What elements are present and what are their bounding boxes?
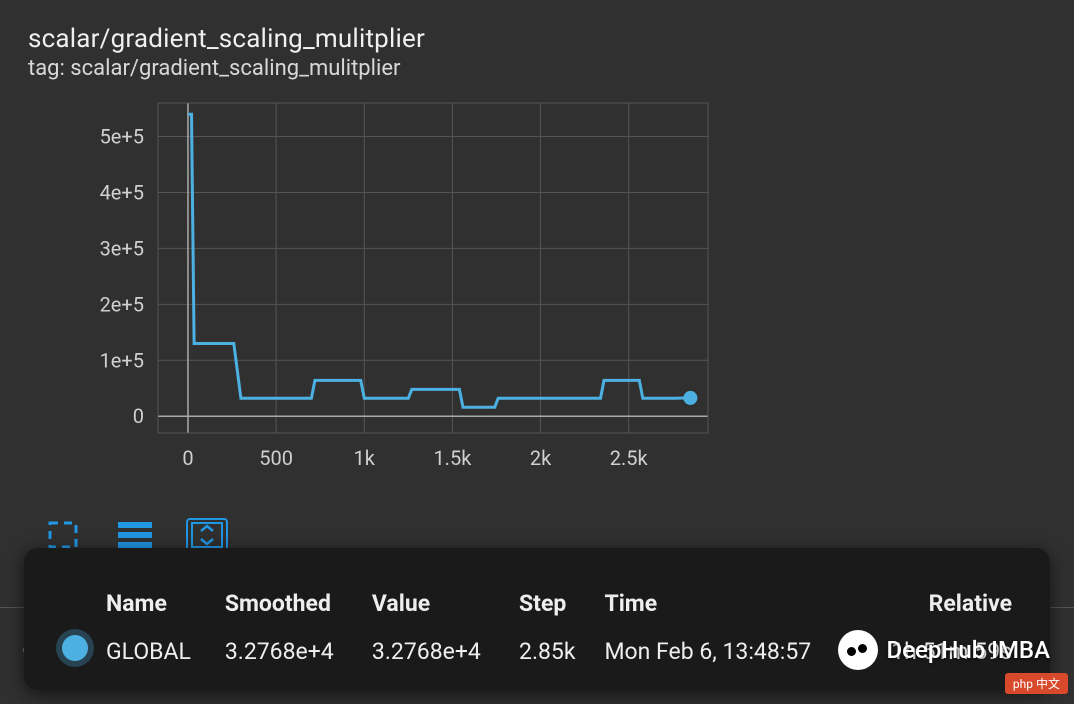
chart-subtitle: tag: scalar/gradient_scaling_mulitplier bbox=[28, 56, 1046, 81]
svg-text:500: 500 bbox=[259, 446, 293, 470]
col-value: Value bbox=[364, 586, 511, 631]
watermark: DeepHub IMBA bbox=[838, 630, 1050, 670]
svg-text:1e+5: 1e+5 bbox=[100, 348, 144, 372]
cell-smoothed: 3.2768e+4 bbox=[217, 631, 364, 671]
svg-text:0: 0 bbox=[133, 404, 144, 428]
cell-step: 2.85k bbox=[511, 631, 596, 671]
svg-text:0: 0 bbox=[182, 446, 193, 470]
col-step: Step bbox=[511, 586, 596, 631]
svg-text:2.5k: 2.5k bbox=[610, 446, 649, 470]
list-icon[interactable] bbox=[116, 520, 154, 550]
svg-text:2e+5: 2e+5 bbox=[100, 292, 144, 316]
svg-text:2k: 2k bbox=[530, 446, 552, 470]
chart-plot[interactable]: 0 1e+5 2e+5 3e+5 4e+5 5e+5 0 500 1k 1.5k 2k 2.5k bbox=[28, 95, 728, 485]
watermark-text: DeepHub IMBA bbox=[886, 636, 1050, 664]
svg-text:3e+5: 3e+5 bbox=[100, 236, 144, 260]
series-swatch-icon bbox=[62, 635, 88, 661]
svg-text:5e+5: 5e+5 bbox=[100, 125, 144, 149]
svg-text:4e+5: 4e+5 bbox=[100, 180, 144, 204]
fullscreen-icon[interactable] bbox=[44, 520, 82, 550]
cell-value: 3.2768e+4 bbox=[364, 631, 511, 671]
fit-domain-icon[interactable] bbox=[188, 520, 226, 550]
source-badge: php 中文 bbox=[1005, 673, 1068, 694]
chart-toolbar bbox=[44, 520, 226, 550]
chart-header: scalar/gradient_scaling_mulitplier tag: … bbox=[0, 0, 1074, 85]
cell-time: Mon Feb 6, 13:48:57 bbox=[596, 631, 858, 671]
svg-text:1.5k: 1.5k bbox=[433, 446, 472, 470]
svg-text:1k: 1k bbox=[354, 446, 376, 470]
wechat-icon bbox=[838, 630, 878, 670]
col-relative: Relative bbox=[859, 586, 1020, 631]
col-time: Time bbox=[596, 586, 858, 631]
col-name: Name bbox=[98, 586, 217, 631]
cell-name: GLOBAL bbox=[98, 631, 217, 671]
col-smoothed: Smoothed bbox=[217, 586, 364, 631]
chart-title: scalar/gradient_scaling_mulitplier bbox=[28, 24, 1046, 54]
